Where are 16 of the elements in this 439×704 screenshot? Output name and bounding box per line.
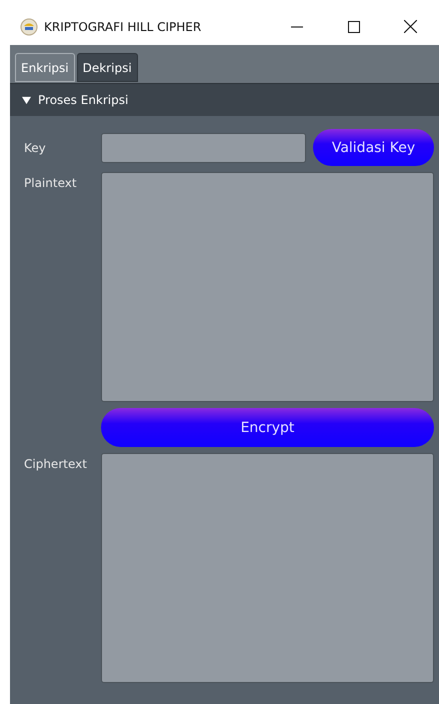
validate-key-button[interactable]: Validasi Key [313,129,434,166]
window-title: KRIPTOGRAFI HILL CIPHER [44,20,202,34]
section-header[interactable]: Proses Enkripsi [10,83,439,116]
field-label: Ciphertext [24,456,88,471]
maximize-icon [348,20,360,32]
section-title: Proses Enkripsi [38,93,128,107]
emblem-icon [20,18,38,36]
close-icon [404,20,417,33]
tab[interactable]: Enkripsi [15,53,75,82]
field-label: Key [24,140,47,154]
field-label: Plaintext [24,175,78,190]
ciphertext-area[interactable] [101,453,434,683]
key-field[interactable] [101,132,306,162]
encrypt-button[interactable]: Encrypt [101,408,434,447]
plaintext-area[interactable] [101,172,434,402]
tab[interactable]: Dekripsi [76,53,138,82]
